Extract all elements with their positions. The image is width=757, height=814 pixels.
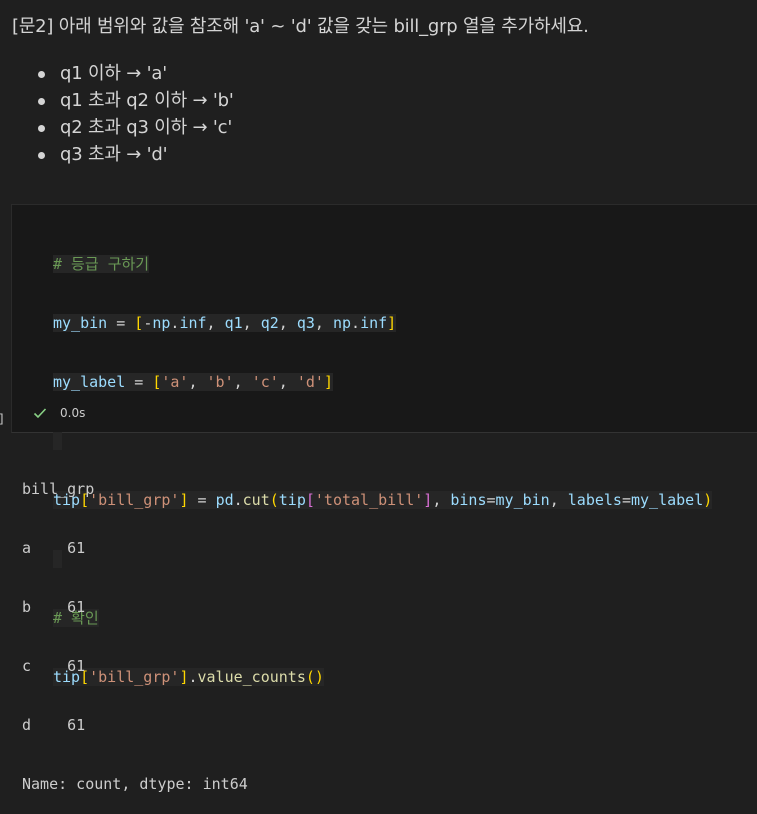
cell-output: bill_grp a 61 b 61 c 61 d 61 Name: count… bbox=[22, 442, 248, 814]
list-item: q1 이하 → 'a' bbox=[36, 60, 234, 87]
output-line: a 61 bbox=[22, 539, 86, 557]
comment: # 등급 구하기 bbox=[53, 255, 150, 273]
output-line: c 61 bbox=[22, 657, 86, 675]
list-item: q1 초과 q2 이하 → 'b' bbox=[36, 87, 234, 114]
cell-bracket: ] bbox=[0, 412, 5, 426]
code-line: # 등급 구하기 bbox=[53, 253, 712, 276]
list-item: q2 초과 q3 이하 → 'c' bbox=[36, 114, 234, 141]
code-line: my_bin = [-np.inf, q1, q2, q3, np.inf] bbox=[53, 314, 397, 332]
list-item: q3 초과 → 'd' bbox=[36, 141, 234, 168]
output-line: bill_grp bbox=[22, 480, 95, 498]
output-line: d 61 bbox=[22, 716, 86, 734]
execution-status: 0.0s bbox=[32, 403, 85, 423]
output-line: Name: count, dtype: int64 bbox=[22, 775, 248, 793]
check-icon bbox=[33, 408, 47, 419]
execution-time: 0.0s bbox=[60, 406, 86, 420]
code-cell[interactable]: # 등급 구하기 my_bin = [-np.inf, q1, q2, q3, … bbox=[11, 204, 757, 686]
code-line: my_label = ['a', 'b', 'c', 'd'] bbox=[53, 373, 333, 391]
bullet-list: q1 이하 → 'a' q1 초과 q2 이하 → 'b' q2 초과 q3 이… bbox=[36, 60, 234, 168]
question-title: [문2] 아래 범위와 값을 참조해 'a' ~ 'd' 값을 갖는 bill_… bbox=[12, 16, 589, 37]
output-line: b 61 bbox=[22, 598, 86, 616]
